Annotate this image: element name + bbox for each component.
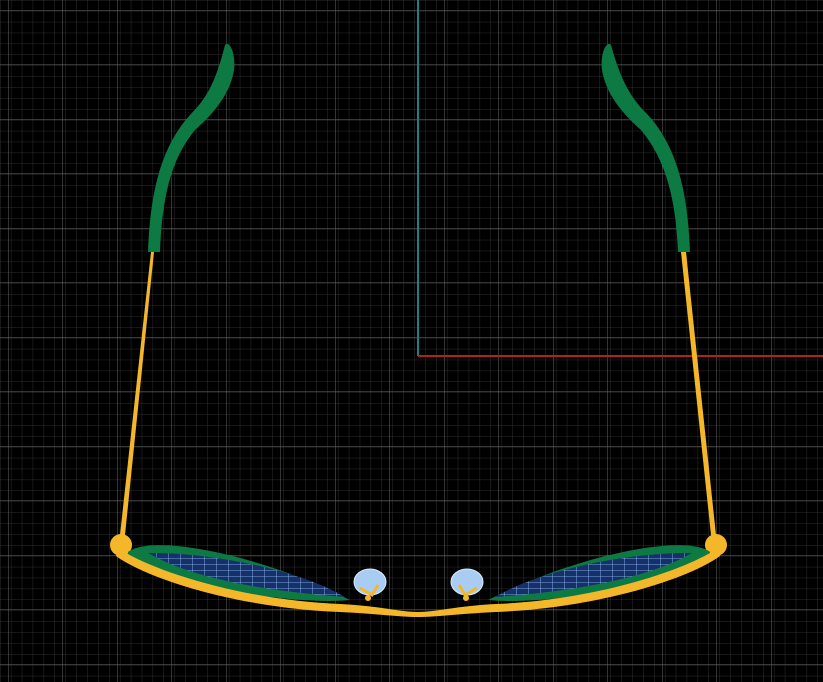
- 3d-viewport[interactable]: [0, 0, 823, 682]
- viewport-canvas[interactable]: [0, 0, 823, 682]
- grid-major: [0, 0, 823, 682]
